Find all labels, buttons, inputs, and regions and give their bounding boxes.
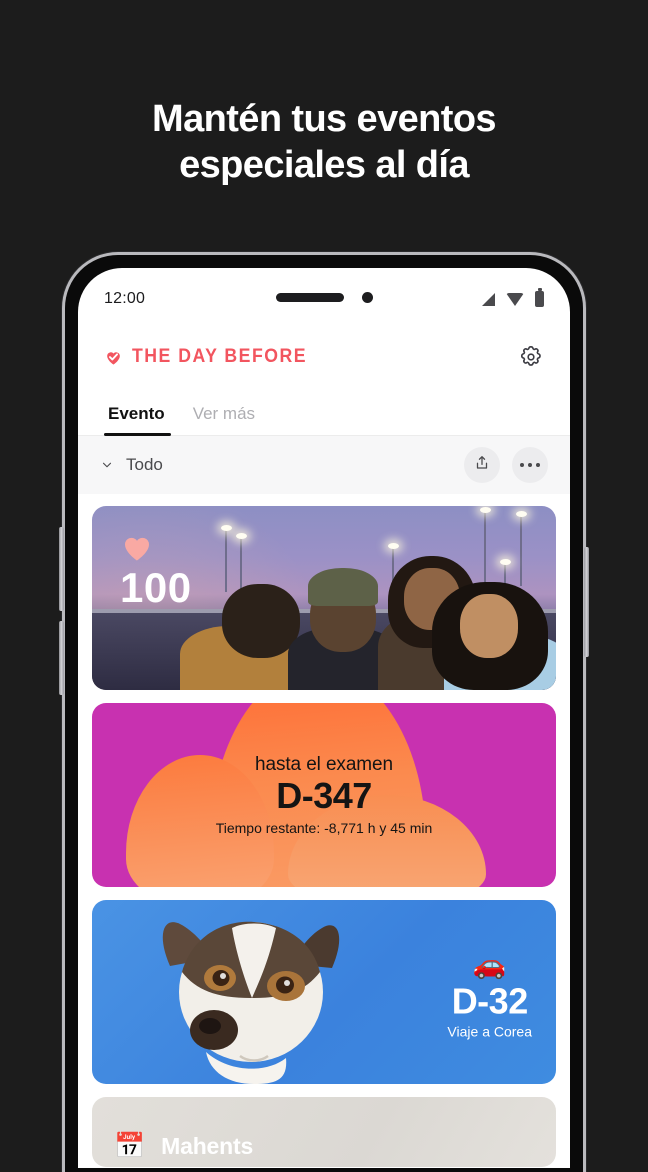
filter-label: Todo [126,455,163,474]
app-brand: THE DAY BEFORE [104,346,320,368]
volume-up-button[interactable] [59,527,64,611]
front-camera [361,292,373,303]
status-bar: 12:00 [78,268,570,330]
photo-count: 100 [120,564,192,611]
page-title: Mantén tus eventos especiales al día [0,96,648,189]
gear-icon[interactable] [518,344,544,370]
event-card-mahents[interactable]: 📅 Mahents [92,1097,556,1167]
filter-bar: Todo [78,436,570,494]
signal-icon [482,292,495,306]
share-icon [473,454,491,477]
event-card-photo[interactable]: 100 [92,506,556,690]
trip-countdown: D-32 [451,980,529,1022]
share-button[interactable] [464,447,500,483]
calendar-emoji-icon: 📅 [114,1131,146,1160]
dog-photo [162,921,340,1084]
heart-icon [122,534,152,562]
street-lamp [236,533,247,592]
filter-actions [464,447,548,483]
mahents-title: Mahents [161,1132,254,1159]
app-header: THE DAY BEFORE [78,330,570,384]
phone-mockup: 12:00 THE DAY BEFORE Evento Ver más Todo… [59,252,589,1172]
tab-bar: Evento Ver más [78,384,570,436]
battery-icon [535,288,544,307]
exam-card-text: hasta el examen D-347 Tiempo restante: -… [92,703,556,887]
trip-card-text: 🚗 D-32 Viaje a Corea [447,949,532,1040]
trip-title: Viaje a Corea [447,1023,532,1040]
street-lamp [516,511,527,586]
tab-ver-mas[interactable]: Ver más [179,404,269,435]
street-lamp [221,525,232,592]
filter-dropdown[interactable]: Todo [100,455,163,475]
event-card-list: 100 hasta el examen D-347 Tiempo restant… [78,494,570,1167]
exam-countdown: D-347 [276,775,372,816]
tab-evento[interactable]: Evento [104,404,179,436]
event-card-exam[interactable]: hasta el examen D-347 Tiempo restante: -… [92,703,556,887]
speaker-grill [275,293,344,302]
wifi-icon [506,292,524,306]
page-title-line2: especiales al día [179,144,469,187]
heart-check-icon [104,348,123,367]
person-hat [308,568,378,606]
page-title-line1: Mantén tus eventos [152,98,497,140]
app-brand-name: THE DAY BEFORE [132,346,307,367]
volume-down-button[interactable] [59,621,64,695]
status-icons [482,288,544,307]
more-button[interactable] [512,447,548,483]
phone-screen: 12:00 THE DAY BEFORE Evento Ver más Todo… [78,268,570,1168]
exam-remaining: Tiempo restante: -8,771 h y 45 min [215,820,433,836]
tab-ver-mas-label: Ver más [192,404,256,423]
car-emoji-icon: 🚗 [472,949,507,980]
street-lamp [480,507,491,588]
power-button[interactable] [584,547,589,657]
exam-subtitle: hasta el examen [255,754,393,775]
mahents-card-content: 📅 Mahents [114,1133,253,1160]
tab-evento-label: Evento [108,404,165,423]
event-card-trip[interactable]: 🚗 D-32 Viaje a Corea [92,900,556,1084]
person-head [460,594,518,658]
status-time: 12:00 [104,290,146,307]
more-dots-icon [519,462,541,468]
chevron-down-icon [100,458,114,472]
